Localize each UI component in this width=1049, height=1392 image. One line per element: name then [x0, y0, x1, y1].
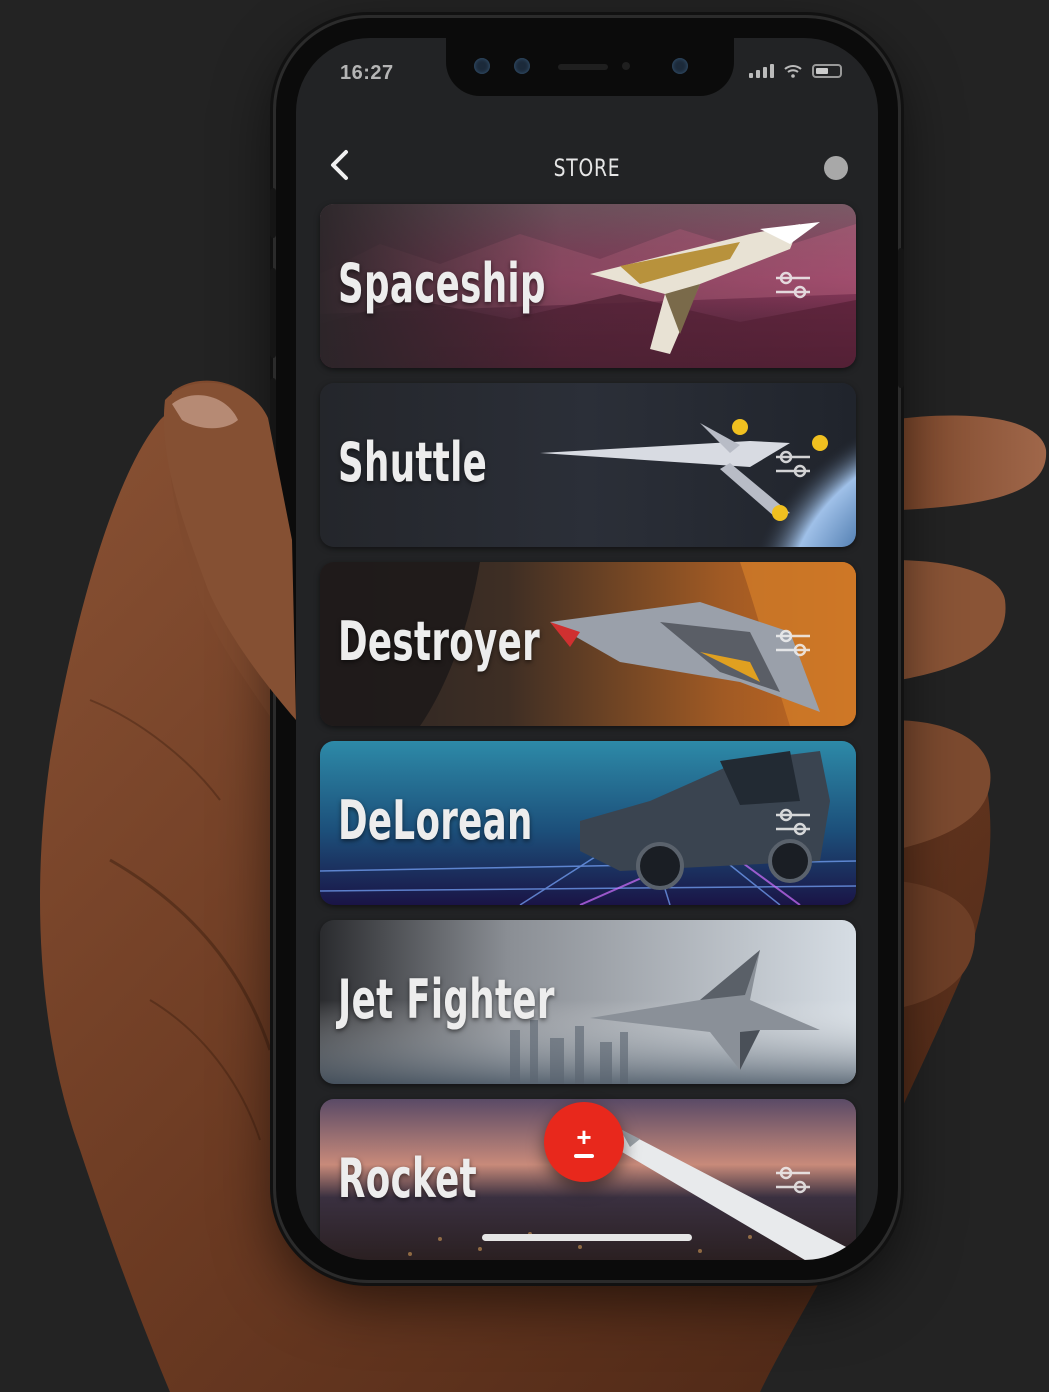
filter-sliders-icon[interactable] [774, 626, 812, 660]
mute-switch [270, 188, 276, 238]
chevron-left-icon[interactable] [324, 148, 358, 182]
camera-icon [474, 58, 490, 74]
filter-sliders-icon[interactable] [774, 268, 812, 302]
store-item-delorean[interactable]: DeLorean [320, 741, 856, 905]
phone-frame: 16:27 STORE Spaceship Shuttle Destroyer … [270, 18, 904, 1280]
card-label: DeLorean [338, 789, 533, 852]
card-label: Rocket [338, 1147, 477, 1210]
power-button [898, 248, 904, 388]
page-title: STORE [553, 154, 621, 182]
volume-down-button [270, 378, 276, 468]
proximity-sensor [622, 62, 630, 70]
card-label: Spaceship [338, 252, 546, 315]
front-camera-icon [672, 58, 688, 74]
card-label: Destroyer [338, 610, 541, 673]
nav-bar: STORE [296, 130, 878, 202]
store-item-destroyer[interactable]: Destroyer [320, 562, 856, 726]
wifi-icon [784, 65, 802, 78]
store-item-jet-fighter[interactable]: Jet Fighter [320, 920, 856, 1084]
filter-sliders-icon[interactable] [774, 447, 812, 481]
add-remove-fab[interactable]: + [544, 1102, 624, 1182]
status-icons [749, 64, 842, 78]
status-time: 16:27 [340, 62, 394, 84]
signal-icon [749, 64, 774, 78]
stage: 16:27 STORE Spaceship Shuttle Destroyer … [0, 0, 1049, 1392]
card-label: Shuttle [338, 431, 488, 494]
battery-icon [812, 64, 842, 78]
home-indicator[interactable] [482, 1234, 692, 1241]
card-label: Jet Fighter [338, 968, 555, 1031]
store-item-shuttle[interactable]: Shuttle [320, 383, 856, 547]
filter-sliders-icon[interactable] [774, 1163, 812, 1197]
app-screen: 16:27 STORE Spaceship Shuttle Destroyer … [296, 38, 878, 1260]
filter-sliders-icon[interactable] [774, 805, 812, 839]
store-item-spaceship[interactable]: Spaceship [320, 204, 856, 368]
sensor-icon [514, 58, 530, 74]
minus-icon [574, 1154, 594, 1158]
plus-icon: + [576, 1122, 592, 1152]
speaker-grille [558, 64, 608, 70]
profile-dot-icon[interactable] [824, 156, 848, 180]
notch [446, 38, 734, 96]
volume-up-button [270, 268, 276, 358]
